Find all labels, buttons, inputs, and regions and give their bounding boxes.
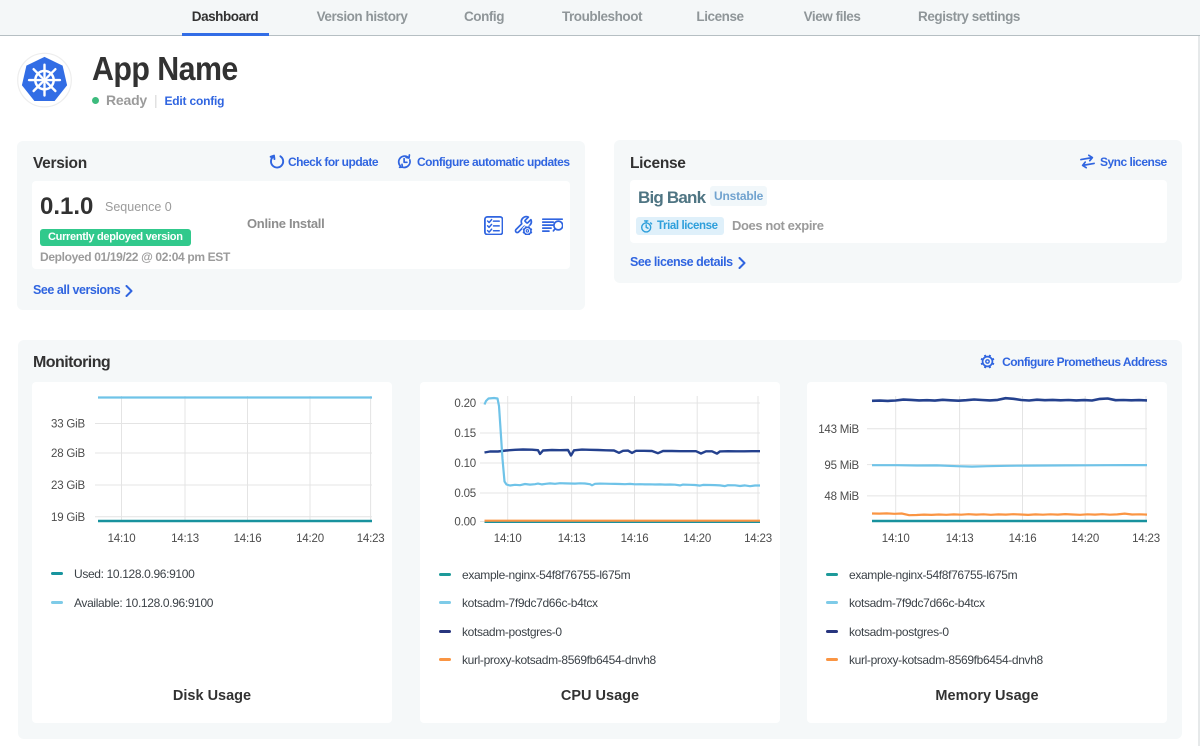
- svg-text:14:16: 14:16: [621, 533, 649, 545]
- svg-text:143 MiB: 143 MiB: [818, 424, 859, 436]
- svg-text:14:20: 14:20: [683, 533, 711, 545]
- svg-text:48 MiB: 48 MiB: [824, 491, 859, 503]
- svg-text:19 GiB: 19 GiB: [51, 512, 85, 524]
- svg-text:95 MiB: 95 MiB: [824, 460, 859, 472]
- svg-text:23 GiB: 23 GiB: [51, 480, 85, 492]
- svg-text:14:23: 14:23: [744, 533, 772, 545]
- svg-text:14:13: 14:13: [946, 533, 974, 545]
- svg-text:0.00: 0.00: [454, 517, 476, 529]
- svg-text:0.10: 0.10: [454, 458, 476, 470]
- svg-text:14:13: 14:13: [558, 533, 586, 545]
- svg-text:14:10: 14:10: [882, 533, 910, 545]
- svg-text:14:10: 14:10: [108, 533, 136, 545]
- svg-text:14:23: 14:23: [1132, 533, 1160, 545]
- svg-text:14:20: 14:20: [296, 533, 324, 545]
- svg-text:14:20: 14:20: [1071, 533, 1099, 545]
- svg-text:14:16: 14:16: [234, 533, 262, 545]
- svg-text:0.05: 0.05: [454, 488, 476, 500]
- svg-text:14:13: 14:13: [171, 533, 199, 545]
- svg-text:0.15: 0.15: [454, 428, 476, 440]
- svg-text:0.20: 0.20: [454, 398, 476, 410]
- svg-text:14:10: 14:10: [494, 533, 522, 545]
- svg-text:33 GiB: 33 GiB: [51, 419, 85, 431]
- svg-text:14:16: 14:16: [1009, 533, 1037, 545]
- svg-text:14:23: 14:23: [357, 533, 385, 545]
- svg-text:28 GiB: 28 GiB: [51, 448, 85, 460]
